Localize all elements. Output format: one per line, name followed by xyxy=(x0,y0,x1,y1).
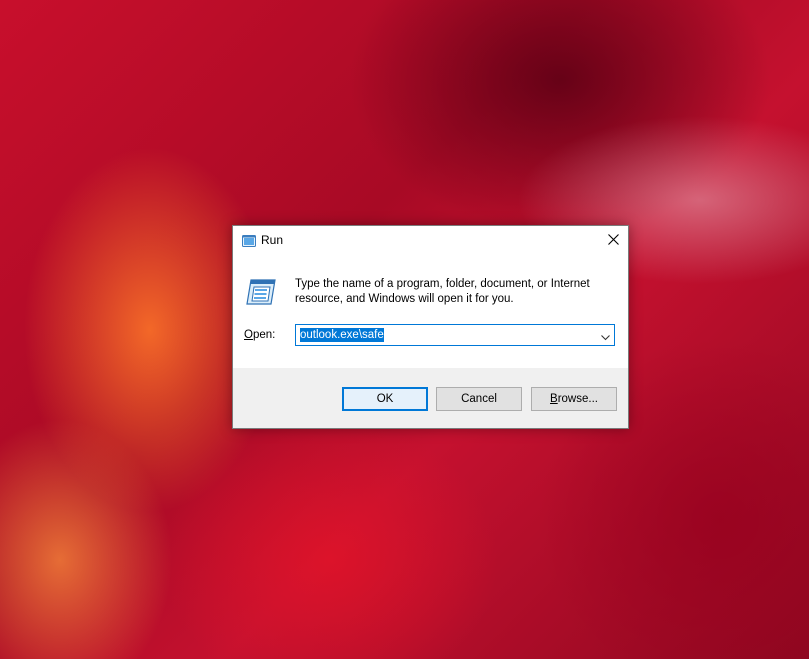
browse-button[interactable]: Browse... xyxy=(531,387,617,411)
button-footer: OK Cancel Browse... xyxy=(233,368,628,428)
dialog-description: Type the name of a program, folder, docu… xyxy=(295,278,590,305)
title-bar[interactable]: Run xyxy=(233,226,628,256)
ok-button[interactable]: OK xyxy=(342,387,428,411)
close-button[interactable] xyxy=(598,226,628,256)
open-combobox[interactable]: outlook.exe\safe xyxy=(295,324,615,346)
open-label: Open: xyxy=(244,329,276,341)
cancel-button[interactable]: Cancel xyxy=(436,387,522,411)
chevron-down-icon[interactable] xyxy=(600,330,611,341)
dialog-title: Run xyxy=(261,233,284,247)
run-icon xyxy=(245,278,277,306)
open-input-value[interactable]: outlook.exe\safe xyxy=(300,328,384,342)
run-dialog: Run Type the name of a program, folder, … xyxy=(232,225,629,429)
run-icon xyxy=(242,234,256,247)
close-icon xyxy=(607,232,619,250)
